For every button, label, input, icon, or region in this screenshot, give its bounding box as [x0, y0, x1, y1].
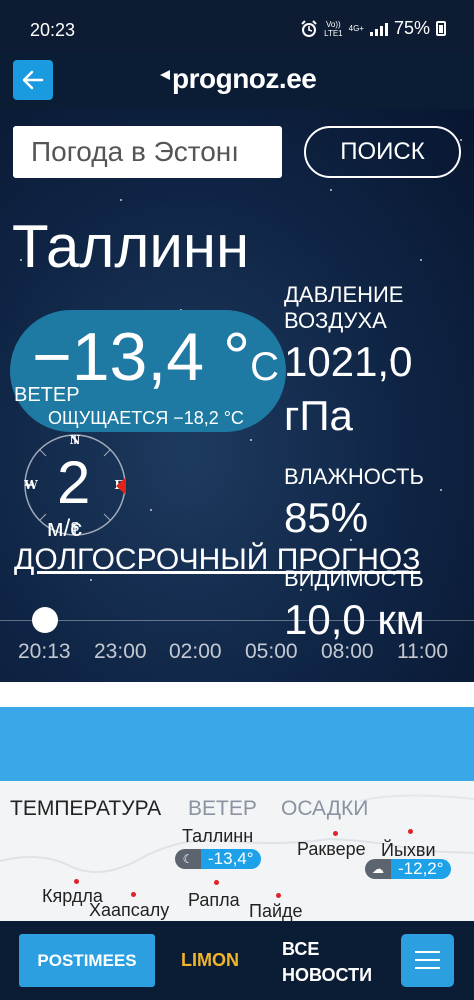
- arrow-left-icon: [22, 70, 44, 90]
- temp-badge-tallinn[interactable]: ☾ -13,4°: [175, 849, 261, 869]
- pressure-value: 1021,0: [284, 338, 413, 385]
- map-place-johvi[interactable]: Йыхви: [381, 840, 436, 861]
- logo-mark-icon: [160, 70, 170, 80]
- timeline-track: [0, 620, 474, 621]
- bottom-nav: POSTIMEES LIMON ВСЕ НОВОСТИ: [0, 921, 474, 1000]
- search-button[interactable]: ПОИСК: [304, 126, 461, 178]
- map-dot: [214, 880, 219, 885]
- search-input[interactable]: [13, 126, 282, 178]
- map-dot: [74, 879, 79, 884]
- map-place-tallinn[interactable]: Таллинн: [182, 826, 253, 847]
- limon-link[interactable]: LIMON: [181, 950, 239, 971]
- timeline-hour[interactable]: 08:00: [321, 640, 374, 664]
- battery-icon: [436, 21, 446, 36]
- map-dot: [131, 892, 136, 897]
- wind-label: ВЕТЕР: [14, 384, 80, 406]
- map-dot: [333, 831, 338, 836]
- all-news-link[interactable]: ВСЕ НОВОСТИ: [282, 936, 372, 988]
- timeline-hour[interactable]: 20:13: [18, 640, 71, 664]
- menu-button[interactable]: [401, 934, 454, 987]
- volte-indicator: Vo)) LTE1: [324, 19, 343, 38]
- svg-text:W: W: [23, 478, 38, 492]
- status-bar: 20:23 Vo)) LTE1 4G+ 75%: [0, 0, 474, 52]
- status-icons: Vo)) LTE1 4G+ 75%: [300, 18, 446, 39]
- alarm-icon: [301, 19, 317, 37]
- map-dot: [408, 829, 413, 834]
- app-header: prognoz.ee: [0, 52, 474, 109]
- back-button[interactable]: [13, 60, 53, 100]
- map-dot: [276, 893, 281, 898]
- feels-like: ОЩУЩАЕТСЯ −18,2 °C: [48, 408, 244, 428]
- timeline-hour[interactable]: 05:00: [245, 640, 298, 664]
- signal-icon: [369, 22, 388, 36]
- humidity-value: 85%: [284, 494, 369, 541]
- cloud-icon: ☁: [365, 859, 391, 879]
- svg-text:N: N: [70, 433, 81, 447]
- tab-temperature[interactable]: ТЕМПЕРАТУРА: [10, 797, 161, 821]
- map-place-rapla[interactable]: Рапла: [188, 890, 240, 911]
- city-name: Таллинн: [12, 213, 250, 280]
- map-place-paide[interactable]: Пайде: [249, 901, 303, 922]
- wind-speed: 2: [57, 449, 91, 516]
- timeline-hour[interactable]: 02:00: [169, 640, 222, 664]
- long-term-forecast-link[interactable]: ДОЛГОСРОЧНЫЙ ПРОГНОЗ: [14, 543, 420, 577]
- site-logo[interactable]: prognoz.ee: [160, 63, 317, 95]
- map-place-rakvere[interactable]: Раквере: [297, 839, 366, 860]
- postimees-button[interactable]: POSTIMEES: [19, 934, 155, 987]
- timeline-hour[interactable]: 11:00: [397, 640, 448, 664]
- tab-precipitation[interactable]: ОСАДКИ: [281, 797, 368, 821]
- status-time: 20:23: [30, 20, 76, 40]
- data-type: 4G+: [348, 24, 364, 33]
- pressure-label: ДАВЛЕНИЕ ВОЗДУХА: [284, 282, 404, 333]
- temp-badge-johvi[interactable]: ☁ -12,2°: [365, 859, 451, 879]
- ad-banner[interactable]: [0, 707, 474, 781]
- humidity-label: ВЛАЖНОСТЬ: [284, 464, 424, 489]
- moon-icon: ☾: [175, 849, 201, 869]
- map-place-haapsalu[interactable]: Хаапсалу: [89, 900, 169, 921]
- tab-wind[interactable]: ВЕТЕР: [188, 797, 257, 821]
- battery-percent: 75%: [393, 18, 430, 38]
- pressure-unit: гПа: [284, 392, 353, 439]
- timeline-handle[interactable]: [32, 607, 58, 633]
- timeline-hour[interactable]: 23:00: [94, 640, 147, 664]
- wind-unit: м/с: [47, 515, 83, 542]
